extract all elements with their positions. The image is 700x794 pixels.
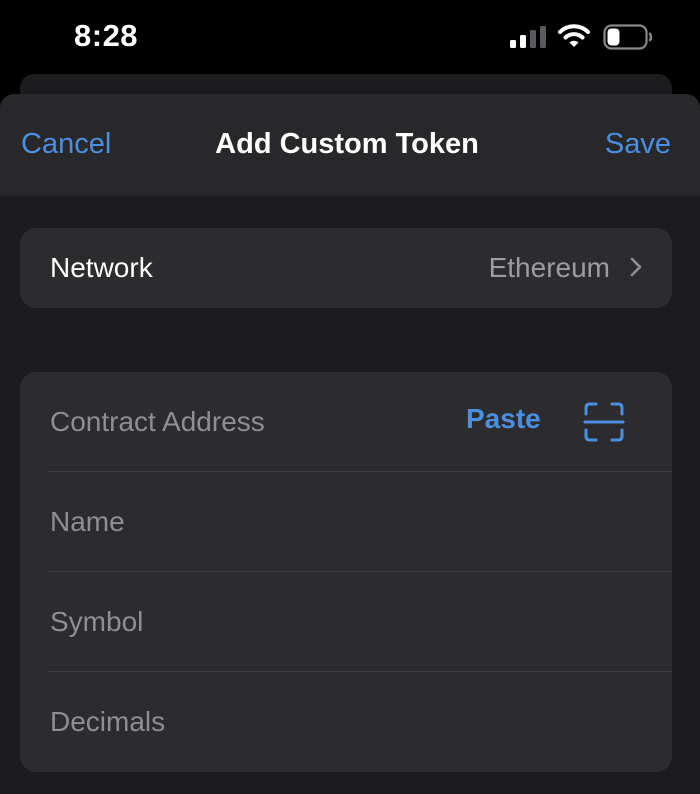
add-custom-token-sheet: Cancel Add Custom Token Save Network Eth… [0,94,700,794]
save-button[interactable]: Save [605,128,671,161]
contract-address-input[interactable] [50,372,450,472]
nav-bar: Cancel Add Custom Token Save [0,94,700,196]
name-input[interactable] [50,472,630,572]
decimals-row [20,672,672,772]
chevron-right-icon [630,257,642,282]
network-value: Ethereum [488,252,610,283]
qr-scan-icon[interactable] [583,401,625,448]
token-fields-group: Paste [20,372,672,772]
network-row[interactable]: Network Ethereum [20,228,672,308]
symbol-input[interactable] [50,572,630,672]
page-title: Add Custom Token [215,128,479,160]
status-time: 8:28 [74,18,139,53]
wifi-icon [558,23,590,54]
network-group: Network Ethereum [20,228,672,308]
status-bar: 8:28 [0,0,700,76]
name-row [20,472,672,572]
cellular-signal-icon [510,26,546,53]
contract-address-row: Paste [20,372,672,472]
symbol-row [20,572,672,672]
screen: 8:28 Cancel Add Custom Token Save Networ… [0,0,700,794]
network-label: Network [50,252,153,283]
paste-button[interactable]: Paste [466,403,541,435]
decimals-input[interactable] [50,672,630,772]
battery-icon [603,24,653,55]
